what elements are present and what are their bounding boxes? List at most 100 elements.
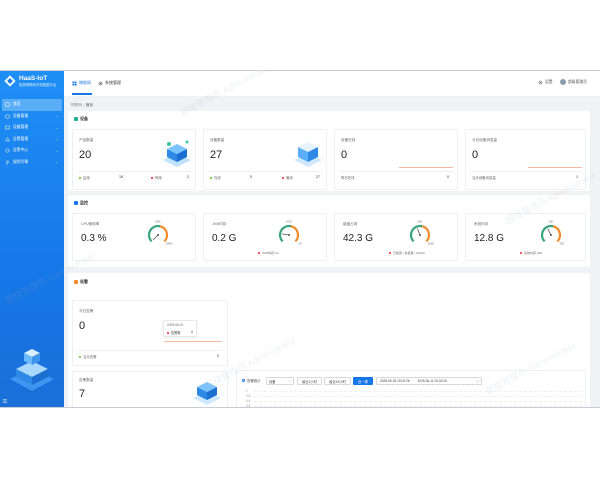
- breadcrumb-separator: /: [83, 103, 85, 107]
- gauge-top-label: 50G: [418, 220, 423, 224]
- gauge-max-label: 100G: [428, 242, 434, 246]
- gauge-arc: [409, 224, 423, 243]
- y-tick-label: 0.4: [246, 404, 251, 408]
- status-dot: [151, 176, 153, 179]
- sidebar-item-label: 告警管理: [13, 136, 29, 141]
- collapse-menu-icon[interactable]: [3, 399, 7, 403]
- sparkline: [164, 341, 222, 342]
- sidebar-menu: 首页 设备管理 ⌄ 设备管理 ⌄ 告警管理 ⌄ 告警中心 ⌄ 规则引擎 ⌄: [0, 99, 64, 168]
- gauge-arc: [290, 225, 300, 243]
- card-label: 产品数量: [79, 138, 94, 142]
- foot-value: 0: [447, 175, 449, 179]
- sparkline: [528, 167, 582, 168]
- card-value: 0: [341, 149, 348, 161]
- sidebar-item-device[interactable]: 设备管理 ⌄: [0, 111, 64, 123]
- breadcrumb: 物联网 / 首页: [71, 103, 93, 108]
- tab-label: 系统管理: [105, 80, 121, 85]
- dimension-select[interactable]: 设备 ⌄: [266, 377, 294, 385]
- monitor-section-icon: [74, 201, 78, 205]
- foot-label: 当月设备消息量: [472, 176, 496, 180]
- foot-disabled: 停用: [151, 175, 162, 180]
- card-label: 今日设备消息量: [472, 138, 498, 142]
- card-sub-info: 系统内存 32G: [520, 251, 543, 255]
- gauge-arc: [278, 224, 292, 243]
- foot-offline: 离线: [282, 175, 293, 180]
- status-dot: [258, 252, 260, 254]
- active-tab-indicator: [72, 93, 92, 95]
- rule-icon: [6, 160, 9, 164]
- isometric-illustration: [10, 349, 54, 391]
- settings-button[interactable]: 设置: [538, 80, 553, 85]
- user-menu[interactable]: 超级管理员: [560, 79, 587, 85]
- settings-label: 设置: [545, 80, 553, 84]
- status-dot: [520, 252, 522, 254]
- chart-gridline: [254, 396, 582, 397]
- section-title-text: 告警: [80, 279, 88, 284]
- range-24h-button[interactable]: 最近24小时: [324, 377, 351, 385]
- sidebar-item-label: 告警中心: [13, 148, 29, 153]
- alarm-chart: [236, 370, 586, 407]
- foot-label: 停用: [155, 176, 162, 180]
- monitor-card: JVM内存 0.2 G 0.5G 1G JVM内存 1G: [203, 213, 327, 261]
- y-tick-label: 1: [246, 389, 248, 393]
- device-manage-icon: [5, 126, 10, 130]
- foot-enabled: 启用: [79, 175, 90, 180]
- gauge-top-label: 16G: [549, 220, 554, 224]
- card-value: 0: [79, 320, 86, 332]
- foot-label: 在线: [214, 176, 221, 180]
- logo-icon: [4, 75, 16, 87]
- card-label: 系统内存: [474, 222, 489, 226]
- range-separator: ~: [412, 379, 415, 383]
- tooltip-item: 告警数: [167, 330, 181, 335]
- section-title-alarms: 告警: [74, 279, 88, 285]
- range-week-button[interactable]: 近一周: [353, 377, 373, 385]
- y-tick-label: 0.6: [246, 399, 251, 403]
- tab-label: 物联网: [79, 80, 91, 85]
- card-value: 42.3 G: [343, 233, 374, 244]
- chart-gridline: [254, 406, 582, 407]
- monitor-card: 系统内存 12.8 G 16G 32G 系统内存 32G: [465, 213, 586, 261]
- sub-label: 已使用 / 总容量 / (1303): [393, 251, 425, 255]
- gauge-needle: [417, 228, 421, 236]
- tab-iot[interactable]: 物联网: [72, 80, 91, 86]
- sidebar-item-alert-center[interactable]: 告警中心 ⌄: [0, 145, 64, 157]
- gauge-hub: [419, 234, 421, 236]
- gauge-icon: 50% 100%: [147, 220, 173, 246]
- device-section-icon: [74, 117, 78, 121]
- gauge-needle: [282, 233, 290, 236]
- alarm-section-icon: [74, 280, 78, 284]
- status-dot: [389, 252, 391, 254]
- monitor-card: 磁盘占用 42.3 G 50G 100G 已使用 / 总容量 / (1303): [334, 213, 458, 261]
- status-dot: [167, 331, 169, 334]
- range-1h-button[interactable]: 最近1小时: [297, 377, 322, 385]
- breadcrumb-parent[interactable]: 物联网: [71, 103, 82, 107]
- chevron-down-icon: ⌄: [55, 114, 58, 119]
- breadcrumb-current: 首页: [85, 103, 93, 107]
- sidebar-item-alarm-manage[interactable]: 告警管理 ⌄: [0, 134, 64, 146]
- gauge-icon: 0.5G 1G: [278, 220, 302, 246]
- status-dot: [282, 176, 284, 179]
- tab-system[interactable]: 系统管理: [98, 80, 121, 86]
- card-value: 7: [79, 388, 86, 400]
- sidebar-item-rule-engine[interactable]: 规则引擎 ⌄: [0, 157, 64, 169]
- top-header: 物联网 系统管理 设置 超级管理员: [64, 71, 600, 97]
- foot-value: 0: [217, 354, 219, 358]
- gauge-arc: [421, 225, 431, 243]
- card-value: 0.3 %: [81, 233, 107, 244]
- system-icon: [98, 81, 103, 85]
- range-end: 2025-06-11 20:02:26: [417, 379, 447, 383]
- alarm-icon: [5, 136, 10, 141]
- gear-icon: [538, 80, 543, 85]
- sidebar-item-label: 规则引擎: [13, 159, 29, 164]
- card-label: JVM内存: [212, 222, 227, 226]
- chart-legend[interactable]: 告警统计: [242, 378, 261, 383]
- chevron-down-icon: ⌄: [55, 148, 58, 153]
- app-name: HaaS-IoT: [19, 75, 48, 82]
- sidebar-item-device-manage[interactable]: 设备管理 ⌄: [0, 122, 64, 134]
- legend-marker: [242, 379, 245, 382]
- iot-icon: [72, 81, 77, 85]
- tooltip-label: 告警数: [171, 331, 181, 335]
- foot-yesterday: 昨日在线: [341, 175, 355, 180]
- sidebar-item-home[interactable]: 首页: [2, 99, 62, 111]
- date-range-picker[interactable]: 2025-06-05 20:02:26 ~ 2025-06-11 20:02:2…: [376, 377, 482, 385]
